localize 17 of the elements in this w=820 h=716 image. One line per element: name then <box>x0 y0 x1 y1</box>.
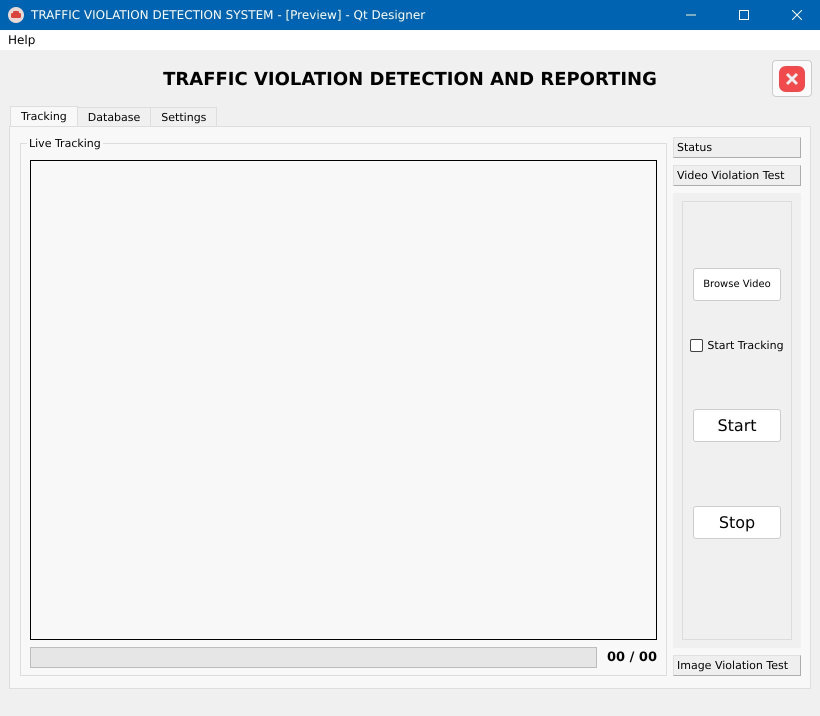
group-title: Live Tracking <box>27 137 103 150</box>
checkbox-label: Start Tracking <box>707 339 784 352</box>
close-button[interactable] <box>772 60 812 97</box>
toolbox-item[interactable]: Status <box>673 137 801 158</box>
toolbox-item[interactable]: Video Violation Test <box>673 165 801 186</box>
checkbox[interactable] <box>690 339 704 352</box>
stop-button[interactable]: Stop <box>693 506 781 539</box>
browse-video-button[interactable]: Browse Video <box>693 268 781 301</box>
tab[interactable]: Tracking <box>10 106 78 126</box>
menu-item[interactable]: Help <box>8 33 36 47</box>
heading: TRAFFIC VIOLATION DETECTION AND REPORTING <box>163 68 657 90</box>
toolbox-item[interactable]: Image Violation Test <box>673 655 801 676</box>
start-button[interactable]: Start <box>693 409 781 442</box>
tab[interactable]: Settings <box>150 107 218 126</box>
car-icon <box>8 7 24 23</box>
frame-counter: 00 / 00 <box>606 650 657 664</box>
window-title: TRAFFIC VIOLATION DETECTION SYSTEM - [Preview] - Qt Designer <box>31 8 426 22</box>
